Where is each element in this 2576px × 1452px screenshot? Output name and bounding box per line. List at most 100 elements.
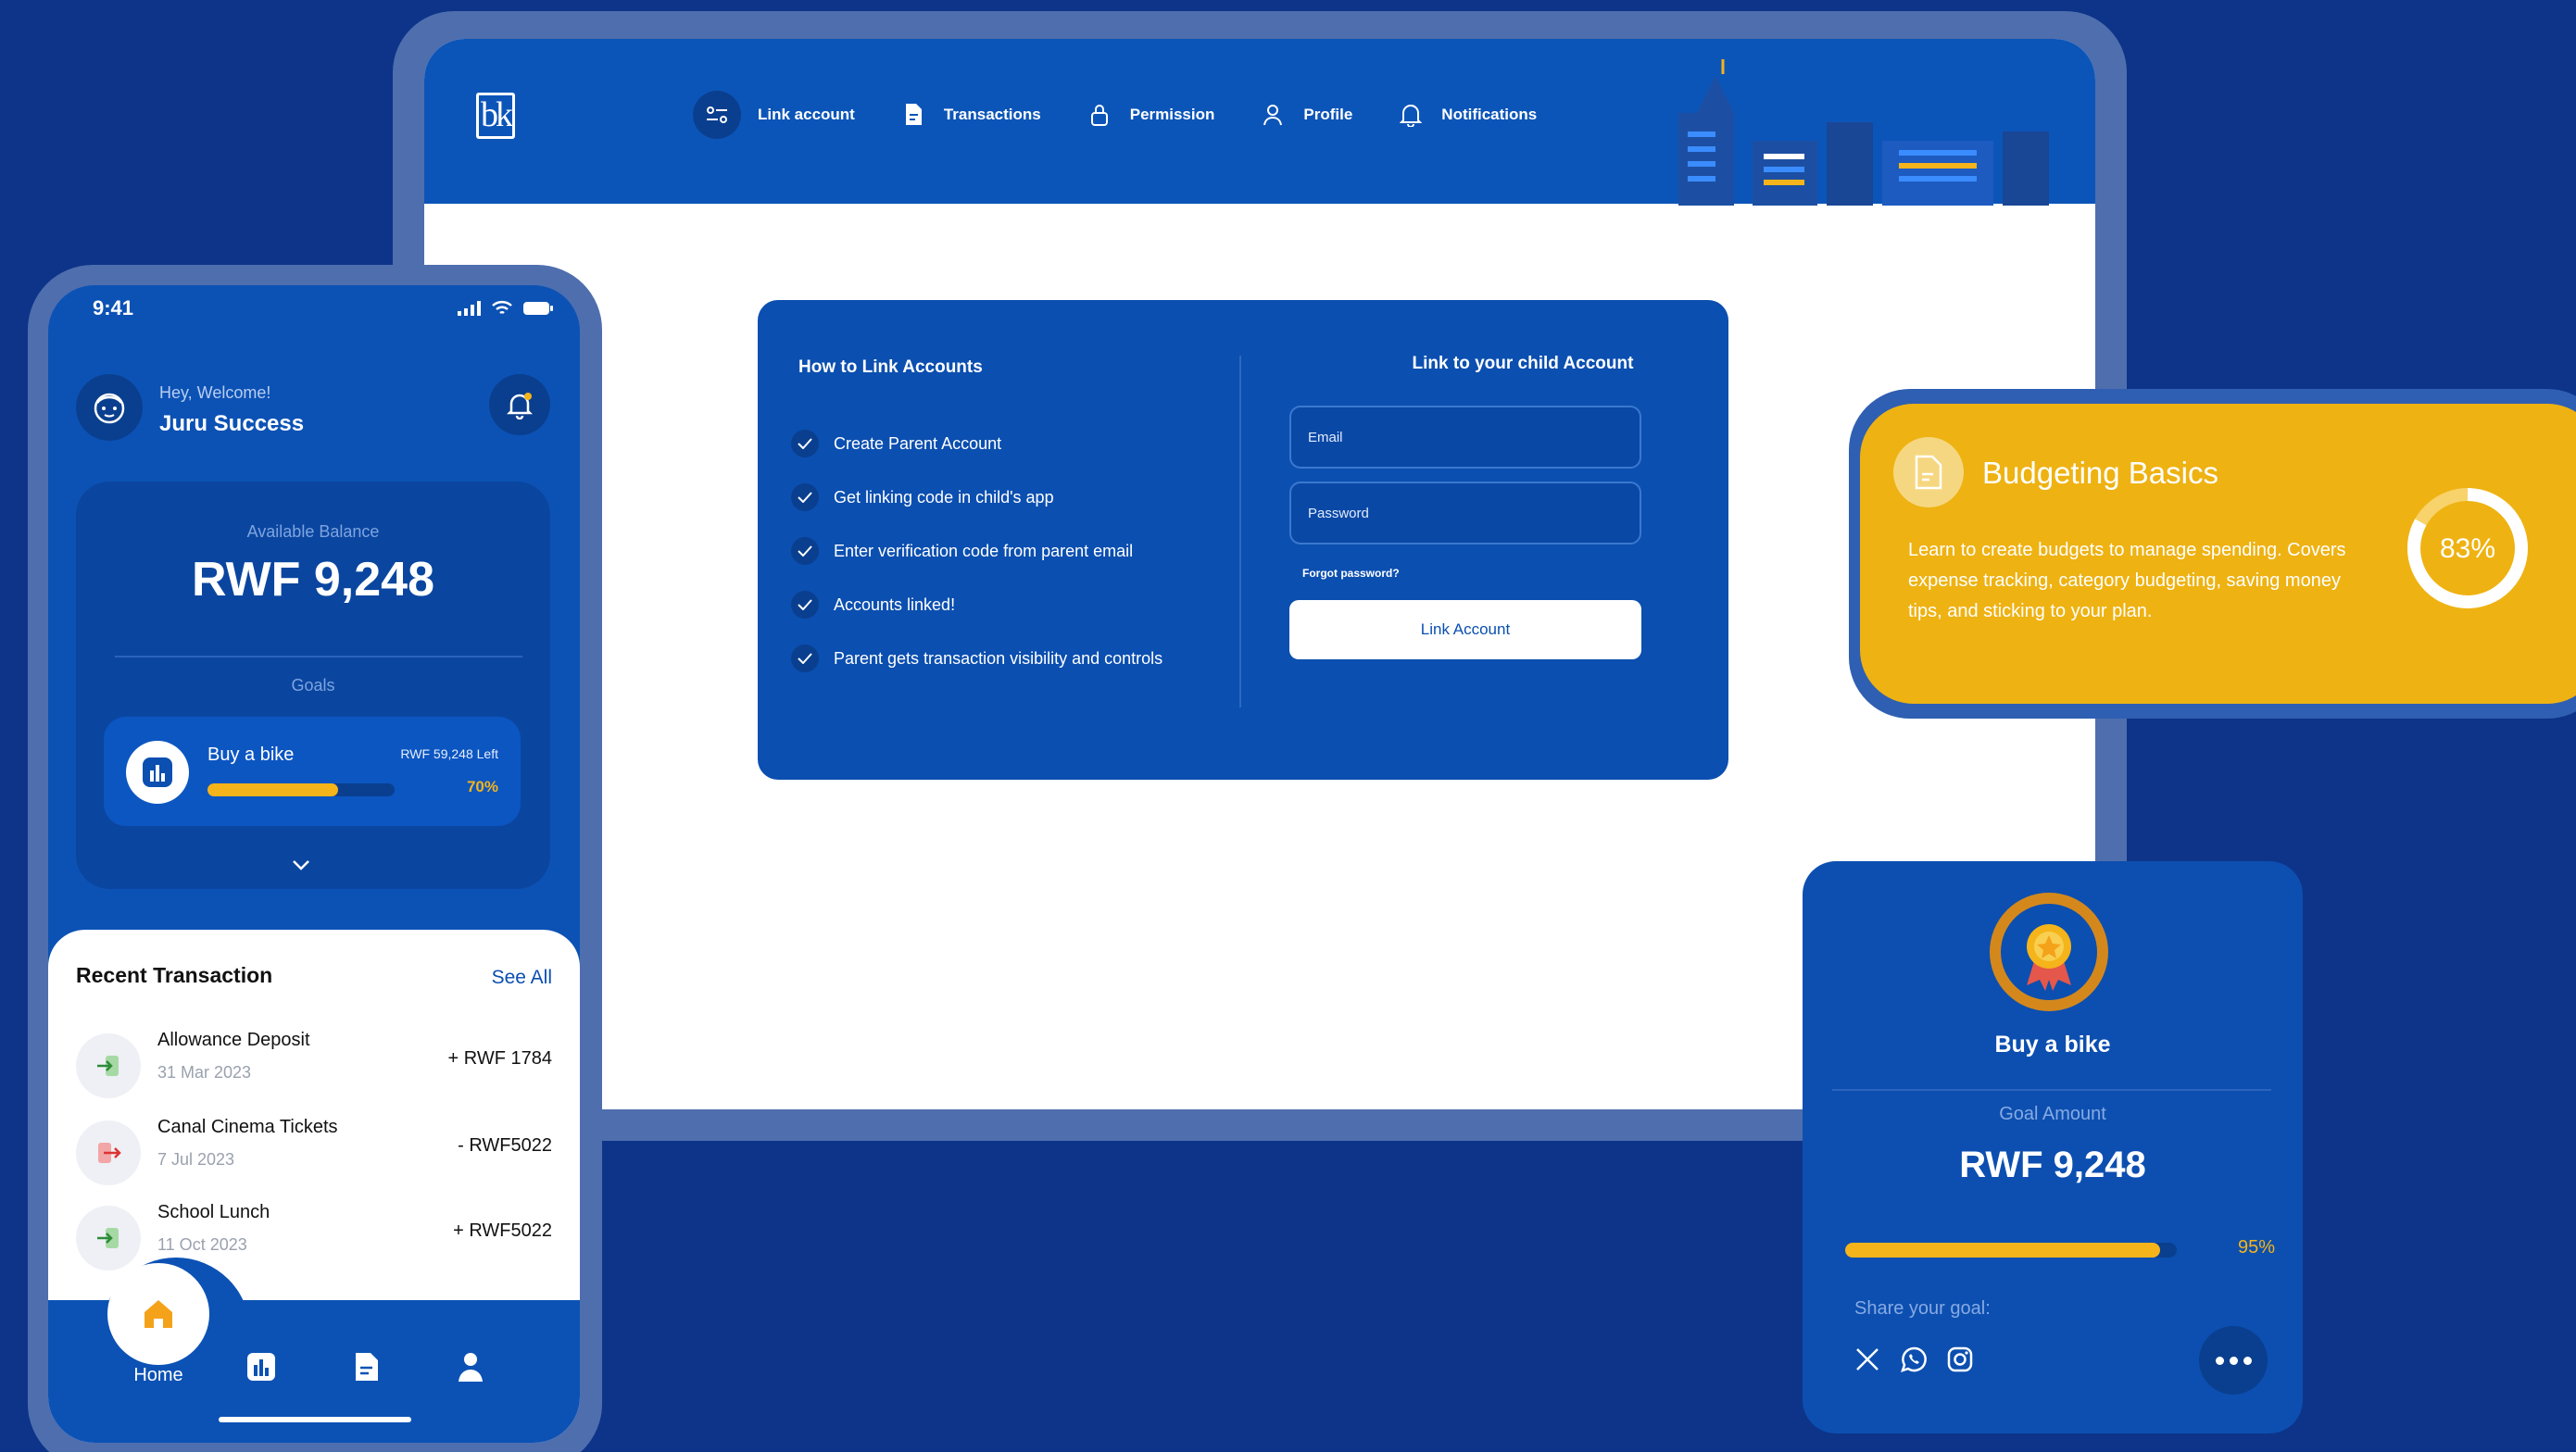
avatar[interactable] bbox=[76, 374, 143, 441]
goal-card-progress-bar bbox=[1845, 1243, 2177, 1258]
recent-title: Recent Transaction bbox=[76, 963, 273, 987]
lock-icon bbox=[1086, 101, 1113, 129]
transaction-name: Canal Cinema Tickets bbox=[157, 1117, 338, 1137]
nav-label: Link account bbox=[758, 106, 855, 123]
home-tab-label: Home bbox=[133, 1365, 183, 1385]
step-item: Get linking code in child's app bbox=[791, 470, 1162, 524]
goal-name: Buy a bike bbox=[207, 745, 295, 765]
city-skyline-illustration bbox=[1678, 59, 2049, 206]
goal-card-percent: 95% bbox=[2237, 1237, 2275, 1258]
budget-card[interactable]: Budgeting Basics Learn to create budgets… bbox=[1860, 404, 2576, 704]
step-label: Parent gets transaction visibility and c… bbox=[834, 648, 1163, 668]
goal-progress-bar bbox=[207, 783, 395, 796]
top-nav: Link account Transactions Permission Pro… bbox=[693, 87, 1537, 143]
more-options-button[interactable] bbox=[2199, 1326, 2268, 1395]
home-tab-button[interactable] bbox=[107, 1263, 209, 1365]
user-icon bbox=[1259, 101, 1287, 129]
user-name: Juru Success bbox=[159, 411, 305, 436]
transaction-amount: + RWF 1784 bbox=[447, 1048, 552, 1069]
goal-amount: RWF 9,248 bbox=[1959, 1145, 2146, 1185]
signal-icon bbox=[458, 301, 481, 316]
bar-chart-icon bbox=[247, 1353, 275, 1381]
child-face-icon bbox=[94, 393, 125, 424]
link-form-title: Link to your child Account bbox=[1412, 354, 1634, 373]
stats-tab[interactable] bbox=[243, 1348, 280, 1385]
withdrawal-icon bbox=[76, 1120, 141, 1185]
step-item: Enter verification code from parent emai… bbox=[791, 524, 1162, 578]
transaction-row[interactable]: Canal Cinema Tickets 7 Jul 2023 - RWF502… bbox=[76, 1113, 552, 1196]
instagram-icon[interactable] bbox=[1943, 1343, 1977, 1376]
link-accounts-card: How to Link Accounts Create Parent Accou… bbox=[758, 300, 1728, 780]
dot bbox=[2229, 1356, 2238, 1365]
sliders-icon bbox=[693, 91, 741, 139]
whatsapp-icon[interactable] bbox=[1897, 1343, 1930, 1376]
battery-icon bbox=[523, 302, 553, 315]
bell-icon bbox=[506, 393, 534, 419]
document-icon bbox=[356, 1353, 378, 1381]
transaction-date: 31 Mar 2023 bbox=[157, 1063, 252, 1082]
budget-description: Learn to create budgets to manage spendi… bbox=[1908, 540, 2346, 621]
nav-notifications[interactable]: Notifications bbox=[1397, 101, 1537, 129]
step-label: Accounts linked! bbox=[834, 595, 956, 614]
wifi-icon bbox=[492, 301, 512, 315]
goals-label: Goals bbox=[291, 676, 335, 695]
step-label: Enter verification code from parent emai… bbox=[834, 541, 1134, 560]
transaction-name: Allowance Deposit bbox=[157, 1030, 310, 1050]
brand-logo[interactable]: bk bbox=[476, 93, 515, 139]
goal-item[interactable]: Buy a bike RWF 59,248 Left 70% bbox=[104, 717, 521, 826]
goal-card-progress-fill bbox=[1845, 1243, 2161, 1258]
phone-screen: 9:41 Hey, Welcome! Juru Success Availabl… bbox=[48, 285, 580, 1443]
check-icon bbox=[791, 483, 819, 511]
see-all-link[interactable]: See All bbox=[492, 967, 552, 989]
budget-title: Budgeting Basics bbox=[1982, 456, 2218, 490]
dot bbox=[2215, 1356, 2224, 1365]
goal-card-title: Buy a bike bbox=[1994, 1032, 2111, 1058]
greeting: Hey, Welcome! bbox=[159, 383, 271, 402]
step-item: Create Parent Account bbox=[791, 417, 1162, 470]
deposit-icon bbox=[76, 1033, 141, 1098]
password-field[interactable] bbox=[1289, 482, 1641, 544]
goal-percent: 70% bbox=[466, 778, 498, 795]
forgot-password-link[interactable]: Forgot password? bbox=[1302, 567, 1400, 580]
x-icon[interactable] bbox=[1851, 1343, 1884, 1376]
bell-icon bbox=[1397, 101, 1425, 129]
document-icon bbox=[1893, 437, 1964, 507]
goal-amount-label: Goal Amount bbox=[1999, 1104, 2106, 1124]
vertical-divider bbox=[1239, 356, 1241, 707]
balance-amount: RWF 9,248 bbox=[191, 553, 435, 607]
nav-profile[interactable]: Profile bbox=[1259, 101, 1352, 129]
step-item: Parent gets transaction visibility and c… bbox=[791, 632, 1162, 685]
step-label: Get linking code in child's app bbox=[834, 487, 1054, 507]
dot bbox=[2243, 1356, 2252, 1365]
profile-tab[interactable] bbox=[452, 1348, 489, 1385]
transaction-amount: + RWF5022 bbox=[453, 1220, 552, 1241]
transaction-row[interactable]: Allowance Deposit 31 Mar 2023 + RWF 1784 bbox=[76, 1026, 552, 1109]
transaction-amount: - RWF5022 bbox=[458, 1135, 552, 1156]
nav-label: Transactions bbox=[943, 106, 1041, 123]
step-item: Accounts linked! bbox=[791, 578, 1162, 632]
goal-remaining: RWF 59,248 Left bbox=[400, 746, 498, 761]
share-label: Share your goal: bbox=[1854, 1298, 1991, 1319]
nav-label: Profile bbox=[1303, 106, 1353, 123]
status-icons bbox=[458, 300, 554, 317]
transaction-date: 7 Jul 2023 bbox=[157, 1150, 235, 1169]
transaction-name: School Lunch bbox=[157, 1202, 270, 1222]
document-icon bbox=[899, 101, 927, 129]
nav-label: Notifications bbox=[1441, 106, 1538, 123]
nav-transactions[interactable]: Transactions bbox=[899, 101, 1041, 129]
medal-icon bbox=[1990, 893, 2108, 1011]
budget-percent: 83% bbox=[2440, 533, 2495, 564]
goal-progress-fill bbox=[207, 783, 339, 796]
balance-label: Available Balance bbox=[246, 522, 380, 541]
check-icon bbox=[791, 537, 819, 565]
link-account-button[interactable]: Link Account bbox=[1289, 600, 1641, 659]
transaction-date: 11 Oct 2023 bbox=[157, 1235, 247, 1254]
documents-tab[interactable] bbox=[348, 1348, 385, 1385]
nav-link-account[interactable]: Link account bbox=[693, 91, 855, 139]
nav-permission[interactable]: Permission bbox=[1086, 101, 1214, 129]
chevron-down-icon[interactable] bbox=[291, 852, 311, 878]
user-icon bbox=[459, 1353, 483, 1382]
email-field[interactable] bbox=[1289, 406, 1641, 469]
notification-button[interactable] bbox=[489, 374, 550, 435]
steps-list: Create Parent Account Get linking code i… bbox=[791, 417, 1162, 685]
